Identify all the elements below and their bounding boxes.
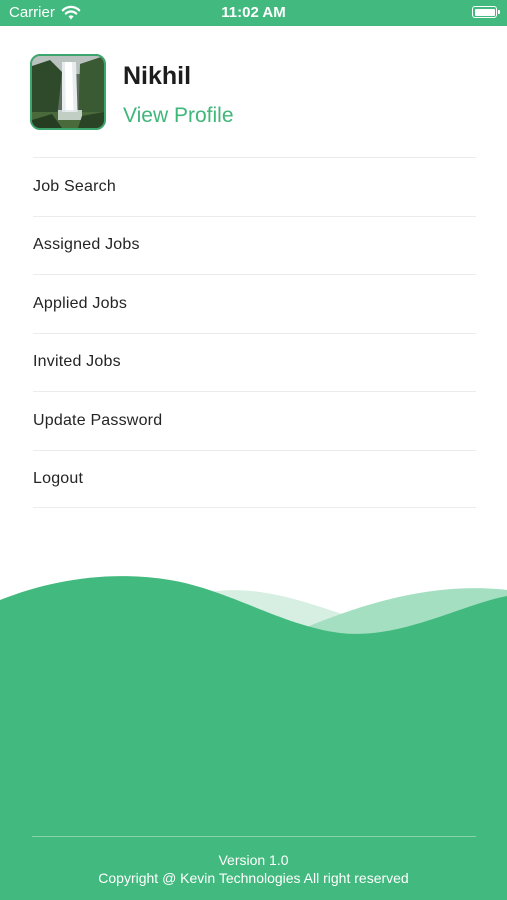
battery-icon: [472, 6, 500, 18]
menu-item-job-search[interactable]: Job Search: [33, 157, 476, 216]
status-bar: Carrier 11:02 AM: [0, 0, 507, 26]
menu-item-applied-jobs[interactable]: Applied Jobs: [33, 274, 476, 333]
view-profile-link[interactable]: View Profile: [123, 104, 234, 128]
drawer-menu: Job Search Assigned Jobs Applied Jobs In…: [33, 157, 476, 508]
menu-item-logout[interactable]: Logout: [33, 449, 476, 508]
footer-wave: [0, 576, 507, 900]
app-version: Version 1.0: [218, 852, 289, 868]
profile-name: Nikhil: [123, 62, 192, 90]
menu-item-invited-jobs[interactable]: Invited Jobs: [33, 332, 476, 392]
copyright-text: Copyright @ Kevin Technologies All right…: [98, 870, 409, 886]
menu-item-update-password[interactable]: Update Password: [33, 391, 476, 450]
waterfall-photo: [32, 56, 104, 128]
status-time: 11:02 AM: [221, 4, 286, 21]
avatar[interactable]: [30, 54, 106, 130]
footer-divider: [32, 836, 476, 837]
menu-item-assigned-jobs[interactable]: Assigned Jobs: [33, 215, 476, 275]
